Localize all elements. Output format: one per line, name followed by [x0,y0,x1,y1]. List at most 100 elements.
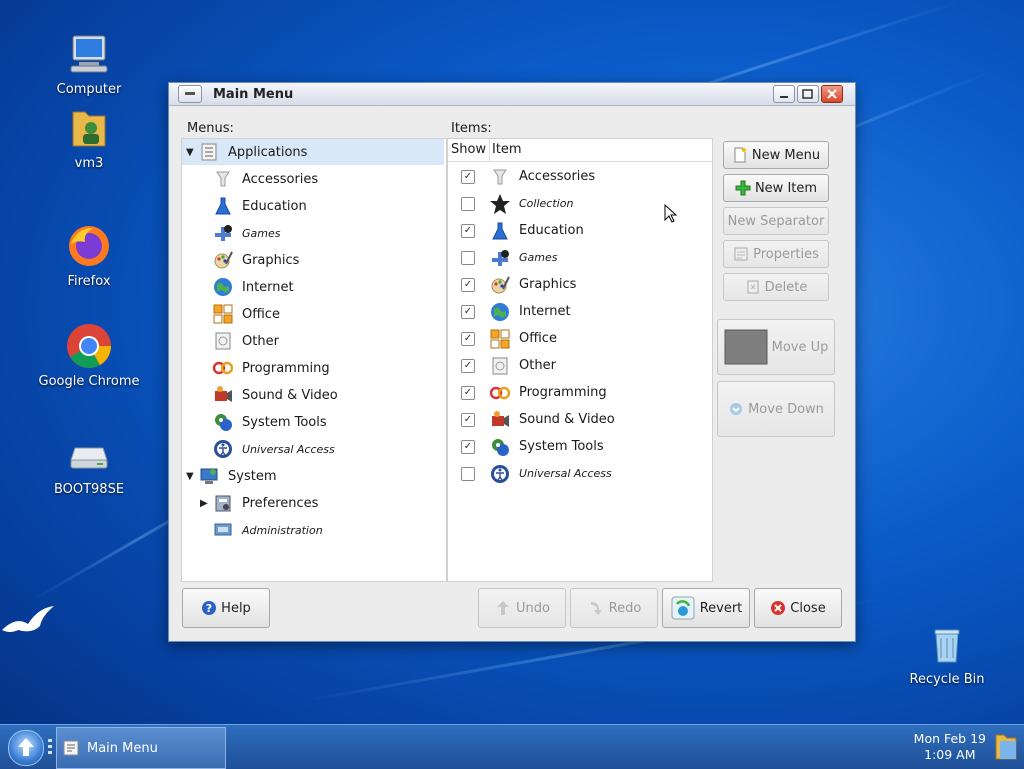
item-row-games[interactable]: Games [448,244,710,271]
tree-item-label: Internet [242,279,294,295]
tree-item-label: Administration [242,523,323,537]
revert-button[interactable]: Revert [662,588,750,628]
tree-item-universal-access[interactable]: Universal Access [212,436,335,462]
expander-right-icon[interactable]: ▶ [200,498,210,509]
drive-icon [65,430,113,478]
tree-item-system[interactable]: ▼ System [182,463,276,489]
item-label: Office [519,331,557,346]
item-row-office[interactable]: ✓ Office [448,325,710,352]
desktop-icon-boot98se[interactable]: BOOT98SE [34,430,144,497]
undo-button[interactable]: Undo [478,588,566,628]
show-checkbox[interactable]: ✓ [461,358,475,373]
redo-button[interactable]: Redo [570,588,658,628]
new-menu-button[interactable]: New Menu [723,141,829,169]
show-checkbox[interactable]: ✓ [461,412,475,427]
office-icon [489,328,511,350]
taskbar-item-label: Main Menu [87,740,158,756]
column-header-item[interactable]: Item [490,139,712,162]
desktop-icon-label: Firefox [67,274,111,289]
tree-item-games[interactable]: Games [212,220,280,246]
taskbar: Main Menu Mon Feb 19 1:09 AM [0,724,1024,769]
item-row-accessories[interactable]: ✓ Accessories [448,163,710,190]
tree-item-programming[interactable]: Programming [212,355,330,381]
tree-item-label: Programming [242,360,330,376]
item-label: Internet [519,304,571,319]
minimize-button[interactable] [773,85,795,103]
item-row-graphics[interactable]: ✓ Graphics [448,271,710,298]
tree-item-sound-video[interactable]: Sound & Video [212,382,338,408]
show-checkbox[interactable]: ✓ [461,439,475,454]
move-up-button[interactable]: Move Up [717,319,835,375]
desktop-icon-recycle-bin[interactable]: Recycle Bin [892,620,1002,687]
tree-item-administration[interactable]: Administration [212,517,323,543]
tree-item-office[interactable]: Office [212,301,280,327]
games-icon [212,222,234,244]
item-label: System Tools [519,439,604,454]
globe-icon [212,276,234,298]
tree-item-graphics[interactable]: Graphics [212,247,299,273]
tree-item-label: Sound & Video [242,387,338,403]
taskbar-handle[interactable] [48,739,52,755]
item-label: Universal Access [519,467,612,480]
item-row-programming[interactable]: ✓ Programming [448,379,710,406]
item-row-other[interactable]: ✓ Other [448,352,710,379]
tree-item-accessories[interactable]: Accessories [212,166,318,192]
expander-down-icon[interactable]: ▼ [186,147,196,158]
tree-item-applications[interactable]: ▼ Applications [182,139,444,165]
office-icon [212,303,234,325]
window-menu-button[interactable] [178,85,202,103]
item-row-sound-video[interactable]: ✓ Sound & Video [448,406,710,433]
clock-time: 1:09 AM [924,747,976,762]
show-checkbox[interactable]: ✓ [461,304,475,319]
help-button[interactable]: ? Help [182,588,270,628]
item-row-system-tools[interactable]: ✓ System Tools [448,433,710,460]
move-down-button[interactable]: Move Down [717,381,835,437]
system-tools-icon [212,411,234,433]
start-button[interactable] [8,730,44,766]
show-desktop-button[interactable] [992,731,1020,763]
tree-item-internet[interactable]: Internet [212,274,294,300]
other-icon [489,355,511,377]
show-checkbox[interactable] [461,466,475,481]
clock[interactable]: Mon Feb 19 1:09 AM [914,731,986,763]
start-logo-icon [18,738,34,756]
move-up-icon [724,329,768,365]
close-icon [770,600,786,616]
expander-down-icon[interactable]: ▼ [186,471,196,482]
column-header-show[interactable]: Show [448,139,490,162]
close-window-button[interactable] [821,85,843,103]
desktop-icon-firefox[interactable]: Firefox [34,222,144,289]
delete-button[interactable]: Delete [723,273,829,301]
maximize-button[interactable] [797,85,819,103]
desktop-icon-label: vm3 [74,156,104,171]
tree-item-system-tools[interactable]: System Tools [212,409,327,435]
show-checkbox[interactable]: ✓ [461,223,475,238]
show-checkbox[interactable]: ✓ [461,385,475,400]
desktop-icon-computer[interactable]: Computer [34,30,144,97]
tree-item-education[interactable]: Education [212,193,307,219]
items-list: Show Item ✓ Accessories Collection ✓ Edu… [447,138,713,582]
desktop-icon-vm3[interactable]: vm3 [34,104,144,171]
new-item-button[interactable]: New Item [723,174,829,202]
item-label: Programming [519,385,607,400]
item-label: Sound & Video [519,412,615,427]
show-checkbox[interactable] [461,250,475,265]
close-button[interactable]: Close [754,588,842,628]
clock-date: Mon Feb 19 [913,731,986,746]
taskbar-item-main-menu[interactable]: Main Menu [56,727,226,769]
tree-item-preferences[interactable]: ▶ Preferences [200,490,318,516]
system-icon [198,465,220,487]
properties-button[interactable]: Properties [723,240,829,268]
show-checkbox[interactable]: ✓ [461,169,475,184]
new-separator-button[interactable]: New Separator [723,207,829,235]
window-titlebar[interactable]: Main Menu [169,83,855,106]
item-row-internet[interactable]: ✓ Internet [448,298,710,325]
tree-item-other[interactable]: Other [212,328,279,354]
item-row-universal-access[interactable]: Universal Access [448,460,710,487]
move-down-icon [728,401,744,417]
show-checkbox[interactable]: ✓ [461,277,475,292]
help-icon: ? [201,600,217,616]
show-checkbox[interactable]: ✓ [461,331,475,346]
desktop-icon-chrome[interactable]: Google Chrome [34,322,144,389]
show-checkbox[interactable] [461,196,475,211]
